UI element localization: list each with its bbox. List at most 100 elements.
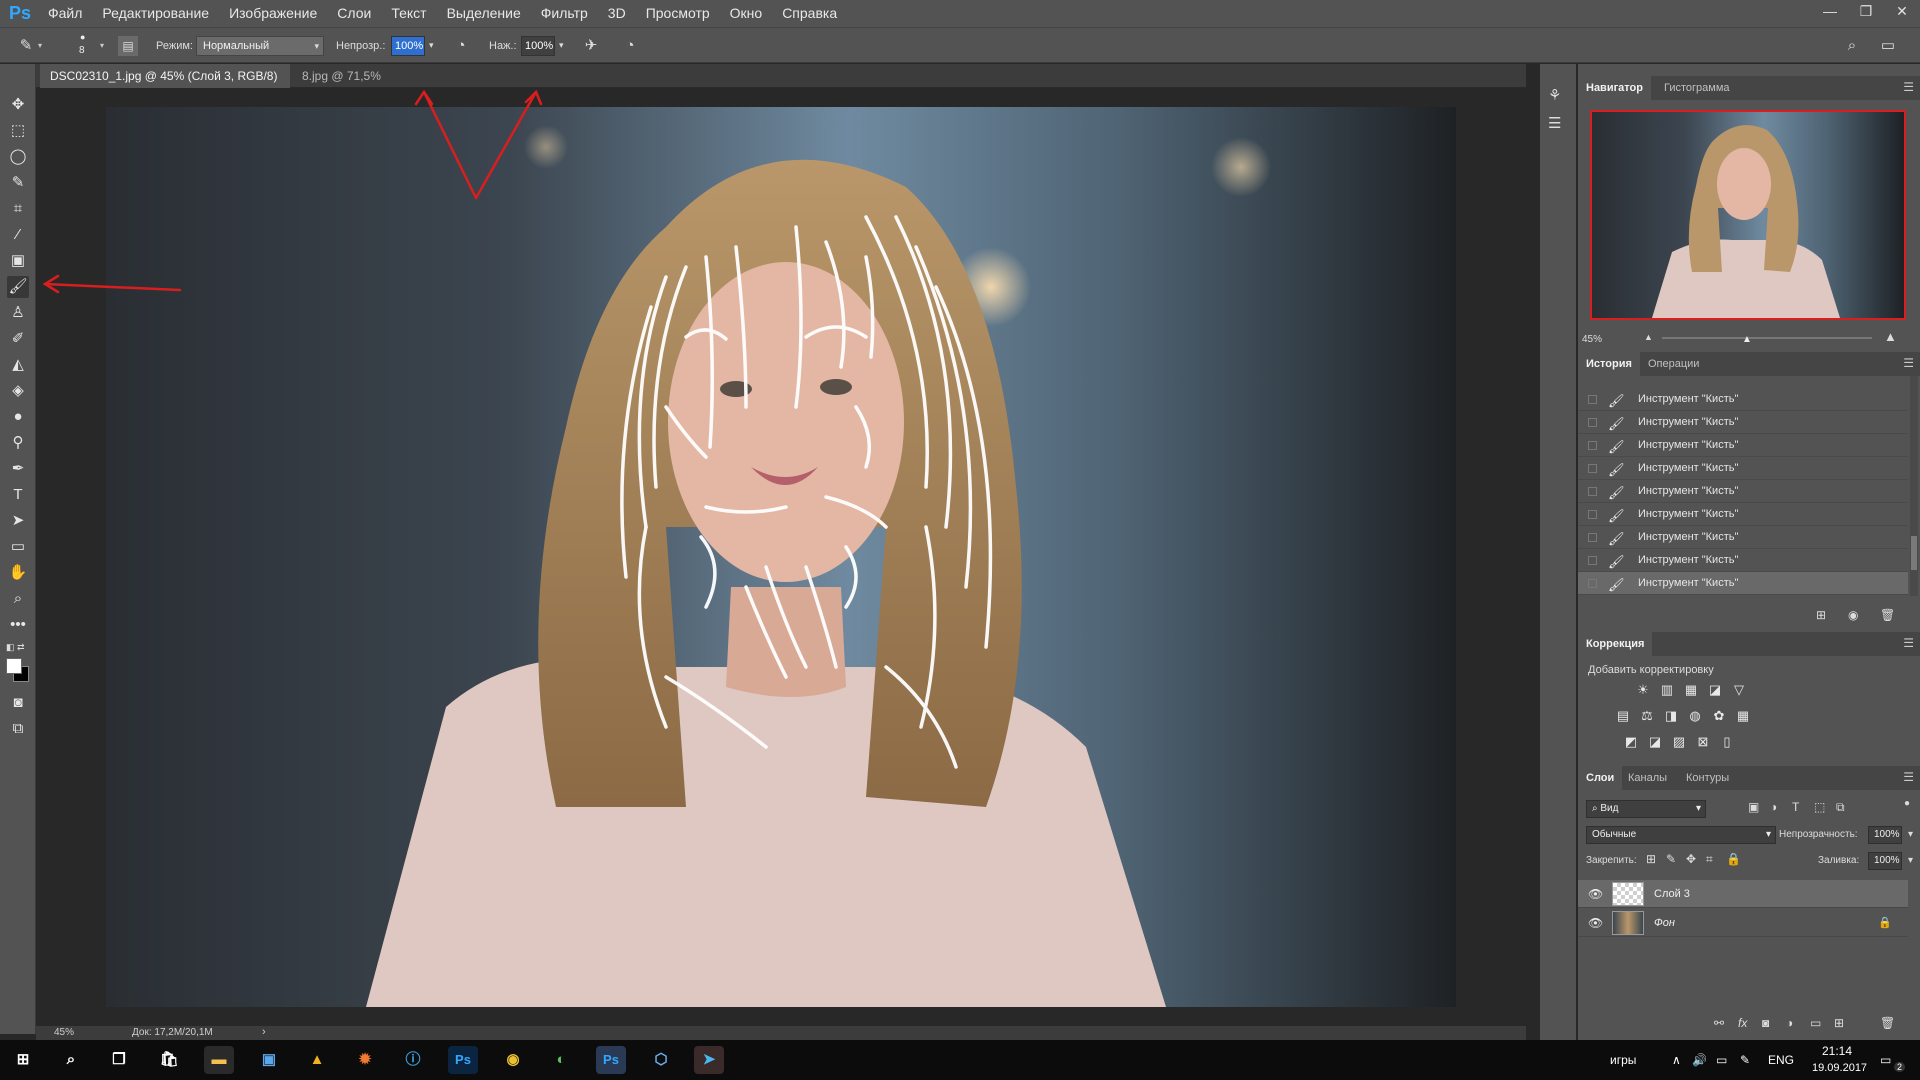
- tab-channels[interactable]: Каналы: [1620, 766, 1675, 790]
- tab-correction[interactable]: Коррекция: [1578, 632, 1653, 656]
- history-checkbox[interactable]: [1588, 579, 1597, 588]
- stamp-tool-icon[interactable]: ♙: [7, 302, 29, 324]
- menu-select[interactable]: Выделение: [437, 0, 531, 27]
- history-checkbox[interactable]: [1588, 487, 1597, 496]
- search-icon[interactable]: ⌕: [1842, 36, 1862, 56]
- history-checkbox[interactable]: [1588, 395, 1597, 404]
- type-tool-icon[interactable]: T: [7, 484, 29, 506]
- mode-select[interactable]: Нормальный ▾: [196, 36, 324, 56]
- status-menu-arrow[interactable]: ›: [262, 1026, 266, 1038]
- move-tool-icon[interactable]: ✥: [7, 94, 29, 116]
- tab-actions[interactable]: Операции: [1640, 352, 1707, 376]
- brush-settings-icon[interactable]: ⚘: [1548, 86, 1561, 104]
- history-item[interactable]: 🖌 Инструмент "Кисть": [1578, 503, 1908, 526]
- layer-row[interactable]: 👁 Фон 🔒: [1578, 909, 1908, 937]
- filter-shape-icon[interactable]: ⬚: [1814, 800, 1825, 814]
- explorer-icon[interactable]: ▬: [204, 1046, 234, 1074]
- invert-icon[interactable]: ◩: [1622, 733, 1640, 751]
- photoshop-taskbar-icon[interactable]: Ps: [448, 1046, 478, 1074]
- posterize-icon[interactable]: ◪: [1646, 733, 1664, 751]
- menu-3d[interactable]: 3D: [598, 0, 636, 27]
- close-button[interactable]: ✕: [1884, 0, 1920, 27]
- menu-window[interactable]: Окно: [720, 0, 773, 27]
- ps-logo[interactable]: Ps: [2, 3, 38, 24]
- path-select-icon[interactable]: ➤: [7, 510, 29, 532]
- app-icon-2[interactable]: ▲: [302, 1046, 332, 1074]
- eyedropper-icon[interactable]: ⁄: [7, 224, 29, 246]
- menu-edit[interactable]: Редактирование: [92, 0, 219, 27]
- link-layers-icon[interactable]: ⚯: [1714, 1016, 1724, 1030]
- history-checkbox[interactable]: [1588, 556, 1597, 565]
- color-balance-icon[interactable]: ⚖: [1638, 707, 1656, 725]
- layer-filter-select[interactable]: ⌕ Вид ▾: [1586, 800, 1706, 818]
- menu-view[interactable]: Просмотр: [636, 0, 720, 27]
- app-icon-4[interactable]: ⓘ: [398, 1046, 428, 1074]
- chrome-icon[interactable]: ◉: [498, 1046, 528, 1074]
- threshold-icon[interactable]: ▨: [1670, 733, 1688, 751]
- photo-filter-icon[interactable]: ◍: [1686, 707, 1704, 725]
- tray-label[interactable]: игры: [1610, 1040, 1636, 1080]
- chevron-down-icon[interactable]: ▾: [1908, 829, 1913, 840]
- lock-brush-icon[interactable]: ✎: [1666, 852, 1676, 866]
- snapshot-icon[interactable]: ◉: [1848, 608, 1858, 622]
- blur-tool-icon[interactable]: ●: [7, 406, 29, 428]
- visibility-eye-icon[interactable]: 👁: [1588, 880, 1603, 908]
- history-item[interactable]: 🖌 Инструмент "Кисть": [1578, 480, 1908, 503]
- menu-help[interactable]: Справка: [772, 0, 847, 27]
- chevron-up-icon[interactable]: ∧: [1672, 1040, 1681, 1080]
- filter-toggle-icon[interactable]: ●: [1904, 798, 1910, 809]
- new-adjustment-icon[interactable]: ◑: [1786, 1016, 1793, 1030]
- default-colors-icon[interactable]: ◧ ⇄: [6, 642, 25, 653]
- clock-time[interactable]: 21:14: [1822, 1044, 1852, 1058]
- language-indicator[interactable]: ENG: [1768, 1040, 1794, 1080]
- fx-icon[interactable]: fx: [1738, 1016, 1747, 1030]
- exposure-icon[interactable]: ◪: [1706, 681, 1724, 699]
- tab-history[interactable]: История: [1578, 352, 1640, 376]
- zoom-tool-icon[interactable]: ⌕: [7, 588, 29, 610]
- quick-select-icon[interactable]: ✎: [7, 172, 29, 194]
- lock-all-icon[interactable]: 🔒: [1726, 852, 1741, 866]
- zoom-out-icon[interactable]: ▲: [1644, 332, 1653, 342]
- notifications-icon[interactable]: ▭: [1880, 1040, 1891, 1080]
- hand-tool-icon[interactable]: ✋: [7, 562, 29, 584]
- screen-mode-icon[interactable]: ⧉: [7, 718, 29, 740]
- pressure-input[interactable]: 100%: [521, 36, 555, 56]
- chevron-down-icon[interactable]: ▾: [100, 41, 104, 50]
- adjust-sliders-icon[interactable]: ☰: [1548, 114, 1561, 132]
- history-checkbox[interactable]: [1588, 418, 1597, 427]
- minimize-button[interactable]: —: [1812, 0, 1848, 27]
- zoom-in-icon[interactable]: ▲: [1884, 329, 1897, 344]
- bucket-icon[interactable]: ◈: [7, 380, 29, 402]
- levels-icon[interactable]: ▥: [1658, 681, 1676, 699]
- volume-icon[interactable]: 🔊: [1692, 1040, 1707, 1080]
- lock-artboard-icon[interactable]: ⌗: [1706, 852, 1713, 867]
- history-item-current[interactable]: 🖌 Инструмент "Кисть": [1578, 572, 1908, 595]
- hue-sat-icon[interactable]: ▤: [1614, 707, 1632, 725]
- filter-pixel-icon[interactable]: ▣: [1748, 800, 1759, 814]
- restore-button[interactable]: ❐: [1848, 0, 1884, 27]
- telegram-icon[interactable]: ➤: [694, 1046, 724, 1074]
- dodge-tool-icon[interactable]: ⚲: [7, 432, 29, 454]
- black-white-icon[interactable]: ◨: [1662, 707, 1680, 725]
- clock-date[interactable]: 19.09.2017: [1812, 1062, 1867, 1074]
- history-item[interactable]: 🖌 Инструмент "Кисть": [1578, 434, 1908, 457]
- network-icon[interactable]: ▭: [1716, 1040, 1727, 1080]
- tab-layers[interactable]: Слои: [1578, 766, 1623, 790]
- visibility-eye-icon[interactable]: 👁: [1588, 909, 1603, 937]
- history-checkbox[interactable]: [1588, 464, 1597, 473]
- menu-image[interactable]: Изображение: [219, 0, 327, 27]
- tab-paths[interactable]: Контуры: [1678, 766, 1737, 790]
- new-document-from-state-icon[interactable]: ⊞: [1816, 608, 1826, 622]
- history-scrollbar-thumb[interactable]: [1911, 536, 1917, 570]
- curves-icon[interactable]: ▦: [1682, 681, 1700, 699]
- filter-adjust-icon[interactable]: ◑: [1770, 800, 1777, 814]
- trash-icon[interactable]: 🗑: [1880, 608, 1895, 622]
- lasso-tool-icon[interactable]: ◯: [7, 146, 29, 168]
- zoom-slider-thumb[interactable]: ▲: [1742, 334, 1752, 345]
- chevron-down-icon[interactable]: ▾: [38, 41, 42, 50]
- app-icon-5[interactable]: ◐: [546, 1046, 576, 1074]
- pen-tool-icon[interactable]: ✒: [7, 458, 29, 480]
- filter-type-icon[interactable]: T: [1792, 800, 1799, 814]
- filter-smart-icon[interactable]: ⧉: [1836, 800, 1845, 815]
- gradient-map-icon[interactable]: ▯: [1718, 733, 1736, 751]
